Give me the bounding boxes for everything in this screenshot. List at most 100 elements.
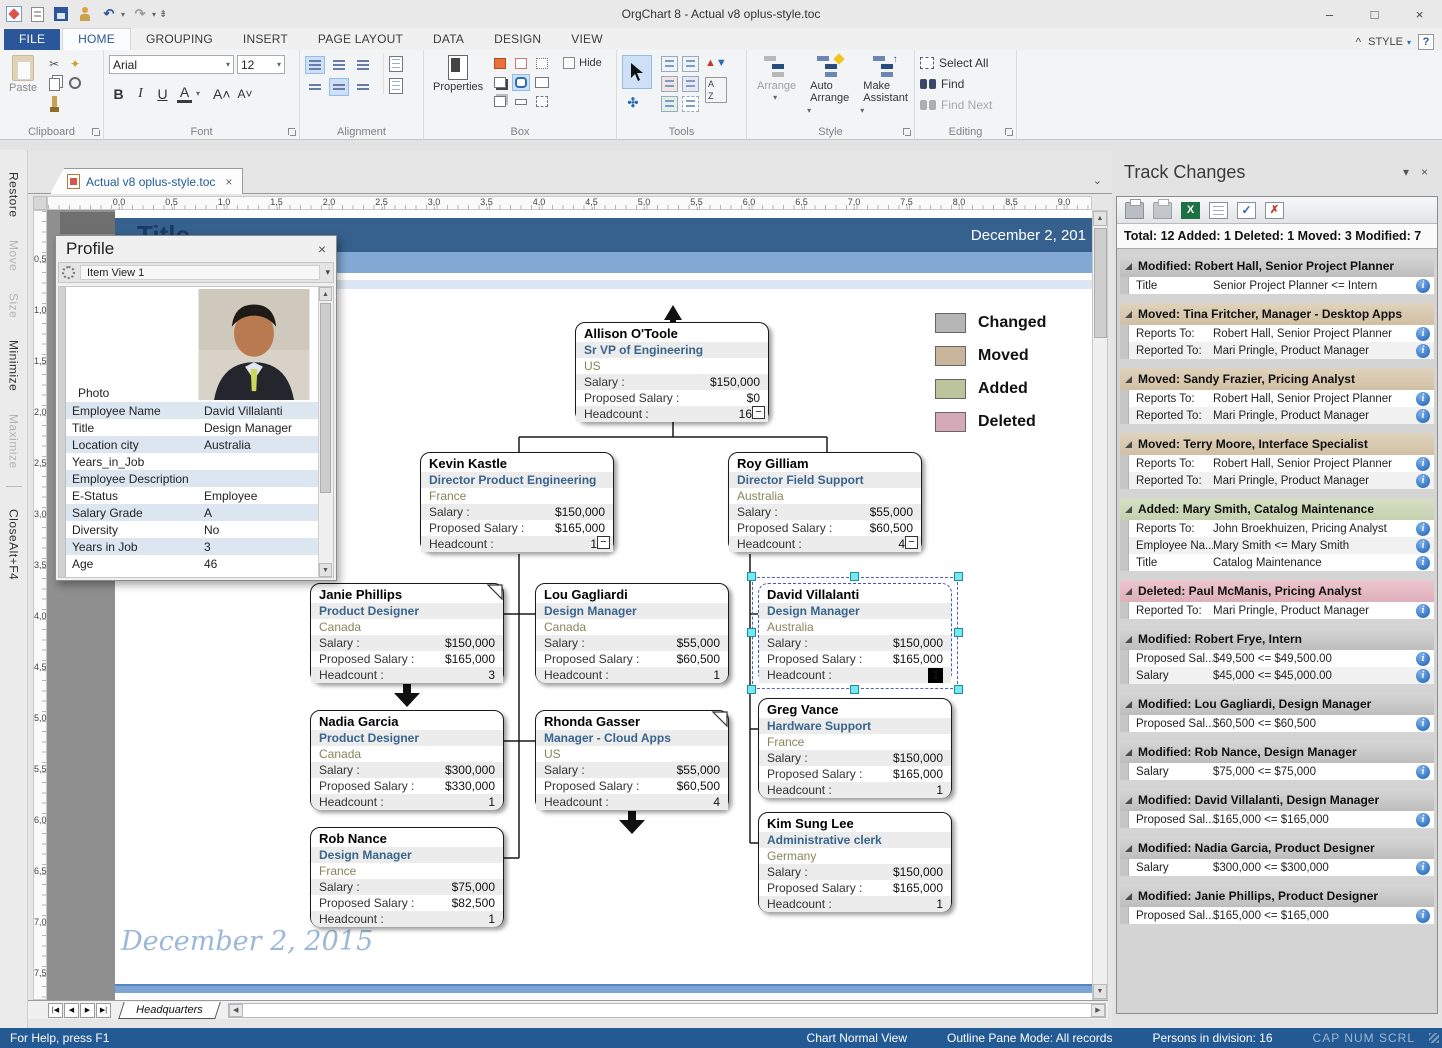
expand-triangle-icon[interactable] bbox=[1125, 893, 1132, 900]
track-change-group-header[interactable]: Modified: David Villalanti, Design Manag… bbox=[1120, 789, 1434, 811]
panel-close-icon[interactable]: × bbox=[1421, 165, 1428, 179]
org-box-kim[interactable]: Kim Sung LeeAdministrative clerkGermanyS… bbox=[758, 812, 952, 912]
info-icon[interactable]: i bbox=[1416, 717, 1430, 731]
selection-handle[interactable] bbox=[850, 685, 859, 694]
cut-icon[interactable]: ✂ bbox=[45, 55, 63, 72]
info-icon[interactable]: i bbox=[1416, 392, 1430, 406]
box-connector-icon[interactable] bbox=[512, 55, 530, 72]
info-icon[interactable]: i bbox=[1416, 604, 1430, 618]
org-box-greg[interactable]: Greg VanceHardware SupportFranceSalary :… bbox=[758, 698, 952, 798]
paste-button[interactable]: Paste bbox=[5, 53, 41, 96]
info-icon[interactable]: i bbox=[1416, 279, 1430, 293]
document-tab-close-icon[interactable]: × bbox=[221, 175, 232, 189]
align-top-icon[interactable] bbox=[305, 78, 325, 96]
export-excel-icon[interactable]: X bbox=[1181, 202, 1200, 219]
font-color-button[interactable]: A bbox=[177, 84, 192, 103]
stamp-icon[interactable] bbox=[66, 74, 84, 91]
box-duplicate-icon[interactable] bbox=[491, 93, 509, 110]
track-change-group-header[interactable]: Moved: Tina Fritcher, Manager - Desktop … bbox=[1120, 303, 1434, 325]
selection-handle[interactable] bbox=[747, 628, 756, 637]
expand-triangle-icon[interactable] bbox=[1125, 845, 1132, 852]
format-painter-icon[interactable] bbox=[45, 93, 63, 110]
next-sheet-icon[interactable]: ▶ bbox=[80, 1003, 95, 1018]
selection-handle[interactable] bbox=[954, 685, 963, 694]
copy-icon[interactable] bbox=[45, 74, 63, 91]
collapse-button-icon[interactable]: − bbox=[905, 536, 918, 549]
properties-button[interactable]: Properties bbox=[429, 53, 487, 95]
expand-triangle-icon[interactable] bbox=[1125, 636, 1132, 643]
org-box-allison[interactable]: Allison O'TooleSr VP of EngineeringUSSal… bbox=[575, 322, 769, 422]
tab-overflow-icon[interactable]: ⌄ bbox=[1093, 174, 1102, 187]
info-icon[interactable]: i bbox=[1416, 813, 1430, 827]
style-dialog-launcher-icon[interactable] bbox=[901, 126, 912, 137]
info-icon[interactable]: i bbox=[1416, 522, 1430, 536]
print-preview-icon[interactable] bbox=[1153, 202, 1172, 219]
org-box-lou[interactable]: Lou GagliardiDesign ManagerCanadaSalary … bbox=[535, 583, 729, 683]
expand-triangle-icon[interactable] bbox=[1125, 311, 1132, 318]
scroll-up-icon[interactable]: ▲ bbox=[1093, 211, 1107, 226]
expand-triangle-icon[interactable] bbox=[1125, 701, 1132, 708]
profile-scroll-down-icon[interactable]: ▼ bbox=[319, 563, 332, 577]
org-box-david[interactable]: David VillalantiDesign ManagerAustraliaS… bbox=[758, 583, 952, 683]
box-collapse-icon[interactable] bbox=[512, 93, 530, 110]
accept-changes-icon[interactable]: ✓ bbox=[1237, 202, 1256, 219]
track-change-group-header[interactable]: Modified: Robert Frye, Intern bbox=[1120, 628, 1434, 650]
window-menu-minimize[interactable]: Minimize bbox=[7, 340, 21, 391]
info-icon[interactable]: i bbox=[1416, 327, 1430, 341]
font-dialog-launcher-icon[interactable] bbox=[286, 126, 297, 137]
clear-format-icon[interactable]: ✦ bbox=[66, 55, 84, 72]
clipboard-dialog-launcher-icon[interactable] bbox=[90, 126, 101, 137]
person-icon[interactable] bbox=[76, 5, 94, 23]
track-change-group-header[interactable]: Modified: Lou Gagliardi, Design Manager bbox=[1120, 693, 1434, 715]
make-assistant-button[interactable]: ↑ MakeAssistant ▾ bbox=[858, 53, 913, 118]
assistant-icon[interactable] bbox=[681, 75, 699, 92]
sheet-tab-headquarters[interactable]: Headquarters bbox=[118, 1002, 220, 1019]
expand-triangle-icon[interactable] bbox=[1125, 797, 1132, 804]
close-button[interactable]: × bbox=[1397, 1, 1442, 28]
save-icon[interactable] bbox=[52, 5, 70, 23]
profile-view-dropdown-icon[interactable]: ▾ bbox=[325, 267, 330, 278]
reject-changes-icon[interactable]: ✗ bbox=[1265, 202, 1284, 219]
collapse-button-icon[interactable]: − bbox=[752, 406, 765, 419]
track-change-group-header[interactable]: Modified: Janie Phillips, Product Design… bbox=[1120, 885, 1434, 907]
tab-insert[interactable]: INSERT bbox=[228, 29, 303, 50]
font-family-select[interactable]: Arial▾ bbox=[109, 55, 234, 74]
undo-dropdown-icon[interactable]: ▾ bbox=[121, 10, 125, 19]
qat-customize-icon[interactable]: ⇟ bbox=[159, 9, 167, 20]
info-icon[interactable]: i bbox=[1416, 861, 1430, 875]
new-chart-icon[interactable] bbox=[28, 5, 46, 23]
selection-handle[interactable] bbox=[954, 628, 963, 637]
selection-handle[interactable] bbox=[850, 572, 859, 581]
track-change-group-header[interactable]: Added: Mary Smith, Catalog Maintenance bbox=[1120, 498, 1434, 520]
text-layout-icon[interactable] bbox=[389, 56, 403, 72]
fill-color-icon[interactable] bbox=[491, 55, 509, 72]
tab-data[interactable]: DATA bbox=[418, 29, 479, 50]
profile-scroll-up-icon[interactable]: ▲ bbox=[319, 287, 332, 301]
org-box-nadia[interactable]: Nadia GarciaProduct DesignerCanadaSalary… bbox=[310, 710, 504, 810]
box-fit-icon[interactable] bbox=[533, 93, 551, 110]
text-rotate-icon[interactable] bbox=[389, 78, 403, 94]
info-icon[interactable]: i bbox=[1416, 344, 1430, 358]
align-right-icon[interactable] bbox=[353, 56, 373, 74]
info-icon[interactable]: i bbox=[1416, 652, 1430, 666]
collapse-ribbon-icon[interactable]: ^ bbox=[1355, 35, 1361, 49]
shrink-font-button[interactable]: A˅ bbox=[238, 87, 253, 101]
align-center-icon[interactable] bbox=[329, 56, 349, 74]
canvas-vertical-scrollbar[interactable]: ▲ ▼ bbox=[1092, 210, 1108, 1000]
org-box-roy[interactable]: Roy GilliamDirector Field SupportAustral… bbox=[728, 452, 922, 552]
document-tab[interactable]: Actual v8 oplus-style.toc × bbox=[50, 168, 243, 194]
track-change-group-header[interactable]: Modified: Robert Hall, Senior Project Pl… bbox=[1120, 255, 1434, 277]
info-icon[interactable]: i bbox=[1416, 474, 1430, 488]
gear-icon[interactable] bbox=[62, 266, 75, 279]
select-cursor-icon[interactable] bbox=[622, 55, 652, 89]
select-branch-icon[interactable] bbox=[681, 95, 699, 112]
align-left-icon[interactable] bbox=[305, 56, 325, 74]
info-icon[interactable]: i bbox=[1416, 765, 1430, 779]
profile-scroll-thumb[interactable] bbox=[320, 303, 331, 493]
expand-triangle-icon[interactable] bbox=[1125, 263, 1132, 270]
redo-icon[interactable]: ↷ bbox=[131, 5, 149, 23]
align-bottom-icon[interactable] bbox=[353, 78, 373, 96]
track-change-group-header[interactable]: Deleted: Paul McManis, Pricing Analyst bbox=[1120, 580, 1434, 602]
auto-arrange-button[interactable]: AutoArrange ▾ bbox=[805, 53, 854, 118]
tab-page-layout[interactable]: PAGE LAYOUT bbox=[303, 29, 418, 50]
